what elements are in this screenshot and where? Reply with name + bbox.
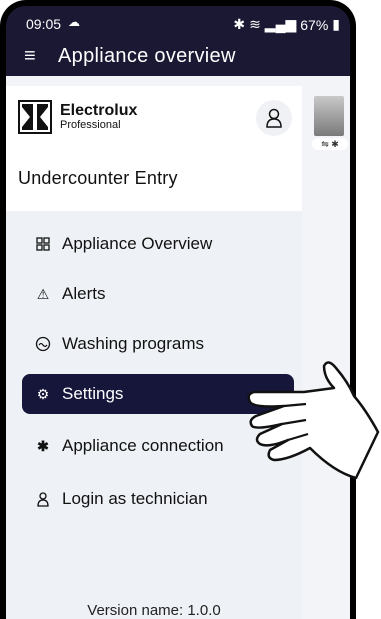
connection-badge: ⇋ ✱ [312,138,348,150]
gear-icon: ⚙ [36,385,50,402]
user-profile-button[interactable] [256,100,292,136]
version-label: Version name: 1.0.0 [87,602,221,619]
menu-item-label: Appliance Overview [62,234,213,253]
menu-item-label: Washing programs [62,334,205,353]
electrolux-logo-icon [18,100,52,134]
wifi-icon: ≋ [249,16,261,32]
appliance-image [314,96,344,136]
status-bar: 09:05 ☁ ✱ ≋ ▂▄▆ 67% ▮ [6,6,350,36]
electrolux-logo: Electrolux Professional [18,100,137,134]
menu-item-label: Appliance connection [62,436,224,455]
drawer-header: Electrolux Professional Undercounter Ent… [6,86,302,211]
bluetooth-icon: ✱ [37,437,49,454]
wash-icon [32,336,54,352]
grid-icon [32,237,54,251]
signal-icon: ▂▄▆ [264,16,297,32]
brand-name: Electrolux [60,102,138,119]
menu-item-alerts[interactable]: ⚠ Alerts [22,274,294,314]
cloud-icon: ☁ [68,15,80,29]
menu-item-label: Login as technician [62,489,208,508]
battery-percent: 67% [300,16,329,33]
hamburger-menu-icon[interactable]: ≡ [24,46,46,66]
bluetooth-status-icon: ✱ [233,16,246,32]
page-title: Appliance overview [58,44,236,67]
phone-frame: 09:05 ☁ ✱ ≋ ▂▄▆ 67% ▮ ≡ Appliance overvi… [0,0,356,619]
alert-triangle-icon: ⚠ [36,285,50,302]
menu-item-login-technician[interactable]: Login as technician [22,479,294,519]
appliance-name: Undercounter Entry [18,168,178,188]
menu-item-label: Alerts [62,284,106,303]
technician-icon [32,491,54,507]
brand-sub: Professional [60,119,121,131]
battery-icon: ▮ [332,16,340,32]
user-icon [266,108,282,128]
menu-item-label: Settings [62,384,124,403]
status-time: 09:05 [26,16,62,32]
pointing-hand-icon [247,361,380,480]
app-bar: ≡ Appliance overview [6,36,350,76]
menu-item-appliance-overview[interactable]: Appliance Overview [22,224,294,264]
